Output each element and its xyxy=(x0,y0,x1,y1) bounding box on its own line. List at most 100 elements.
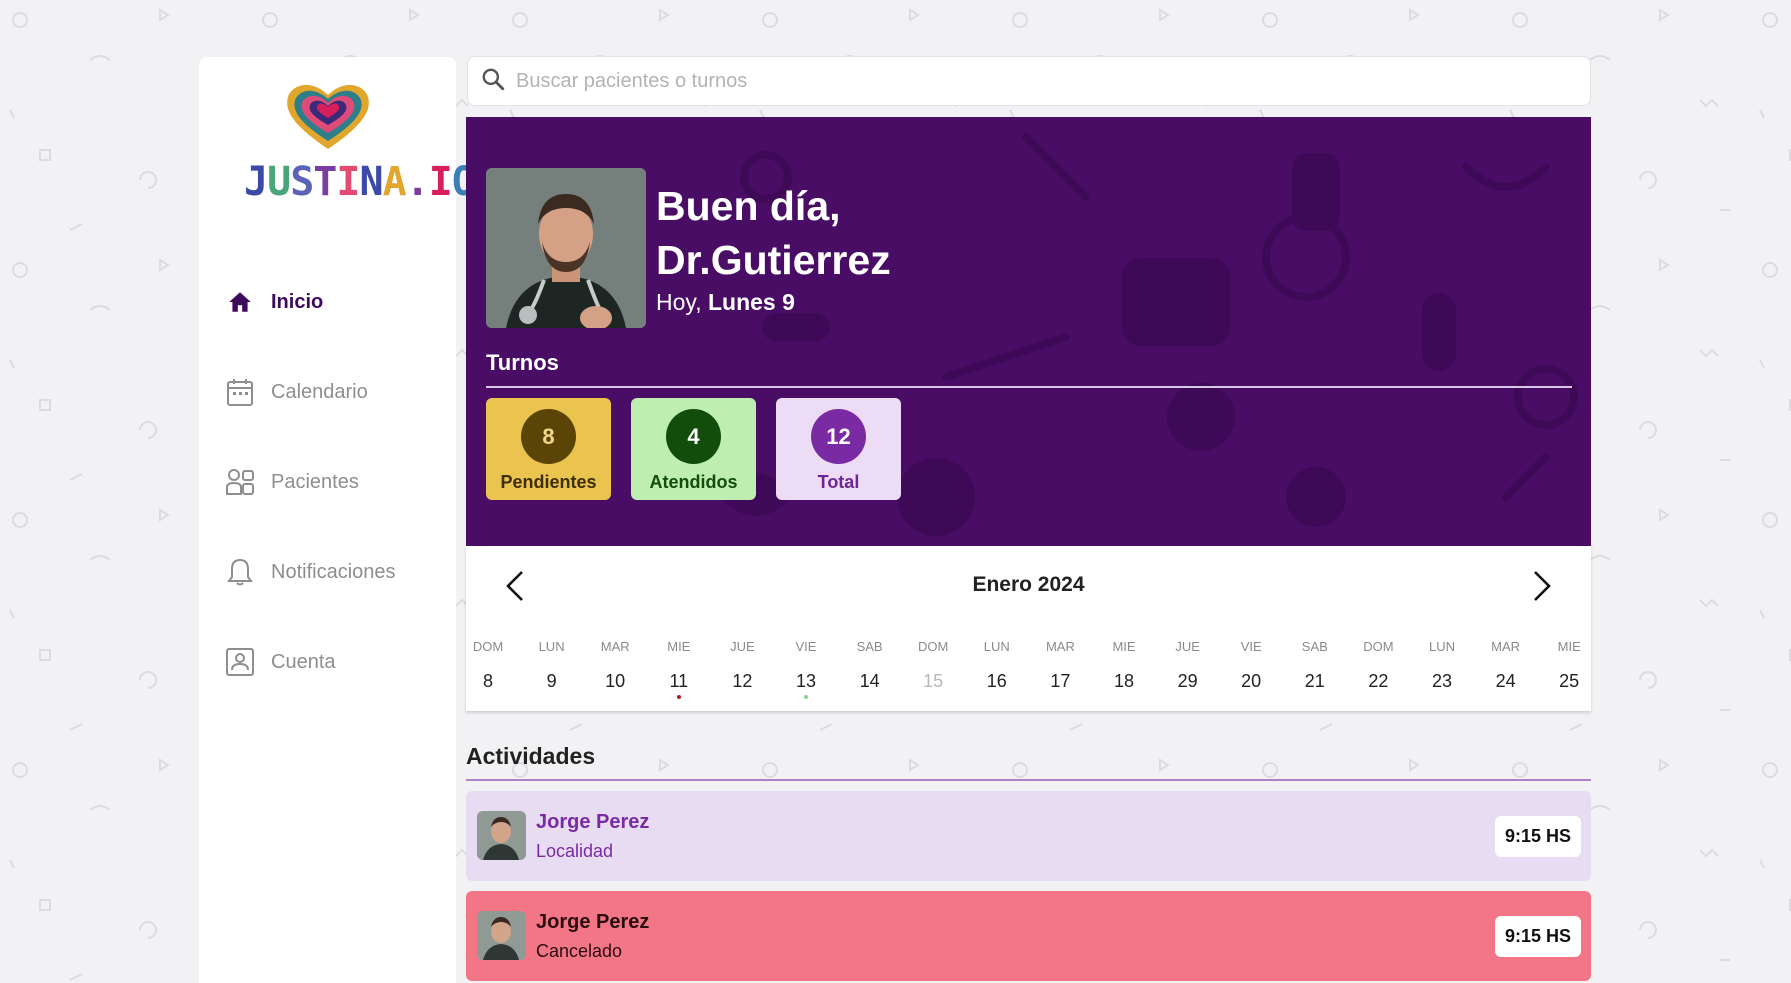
calendar-day[interactable]: JUE 29 xyxy=(1163,639,1213,692)
calendar-day[interactable]: SAB 21 xyxy=(1290,639,1340,692)
calendar-day[interactable]: MIE 18 xyxy=(1099,639,1149,692)
calendar-day-number: 16 xyxy=(986,671,1007,691)
calendar-day-number: 29 xyxy=(1177,671,1198,691)
calendar-day-name: VIE xyxy=(795,639,817,654)
activities-divider xyxy=(466,779,1591,781)
activity-status: Localidad xyxy=(536,841,614,861)
stat-count: 8 xyxy=(521,409,576,464)
calendar-day[interactable]: MAR 24 xyxy=(1481,639,1531,692)
activities-heading: Actividades xyxy=(466,743,596,769)
calendar-day-name: LUN xyxy=(538,639,565,654)
patient-avatar xyxy=(477,811,526,860)
calendar-day-number: 18 xyxy=(1113,671,1135,691)
search-input[interactable] xyxy=(516,69,1516,93)
calendar-day-name: DOM xyxy=(1363,639,1394,654)
appointment-indicator-dot xyxy=(676,695,681,699)
calendar-day-name: DOM xyxy=(918,639,949,654)
turnos-divider xyxy=(486,386,1572,388)
calendar-day[interactable]: DOM 22 xyxy=(1353,639,1403,692)
patient-avatar xyxy=(477,911,526,960)
calendar-day-number: 15 xyxy=(923,671,944,691)
stat-label: Total xyxy=(817,472,860,492)
calendar-day-number: 23 xyxy=(1431,671,1453,691)
sidebar-item-label: Pacientes xyxy=(271,470,359,493)
logo[interactable]: JUSTINA.IO xyxy=(244,81,476,205)
calendar-day-name: VIE xyxy=(1240,639,1262,654)
calendar-day-name: LUN xyxy=(1428,639,1455,654)
calendar-day[interactable]: MIE 11 xyxy=(654,639,704,699)
stat-count: 12 xyxy=(811,409,866,464)
calendar-day-number: 22 xyxy=(1368,671,1389,691)
calendar-day-number: 25 xyxy=(1559,671,1580,691)
activity-item[interactable]: Jorge Perez Cancelado 9:15 HS xyxy=(466,891,1591,981)
stat-label: Pendientes xyxy=(500,472,597,492)
greeting-line-1: Buen día, xyxy=(656,183,841,229)
bell-icon xyxy=(225,557,255,587)
activity-time-badge: 9:15 HS xyxy=(1494,916,1581,957)
calendar-icon xyxy=(225,377,255,407)
calendar-day[interactable]: MAR 17 xyxy=(1035,639,1085,692)
calendar-day[interactable]: LUN 23 xyxy=(1417,639,1467,692)
calendar-day[interactable]: MAR 10 xyxy=(590,639,640,692)
calendar-day[interactable]: VIE 13 xyxy=(781,639,831,699)
stat-card-total[interactable]: 12 Total xyxy=(776,398,901,500)
patient-name: Jorge Perez xyxy=(536,811,650,833)
sidebar-item-calendario[interactable]: Calendario xyxy=(225,372,445,412)
chevron-right-icon xyxy=(1534,571,1551,601)
greeting-doctor-name: Dr.Gutierrez xyxy=(656,237,891,283)
calendar-day-number: 9 xyxy=(546,671,557,691)
turnos-heading: Turnos xyxy=(486,350,559,375)
calendar-day-name: DOM xyxy=(472,639,504,654)
calendar-day-number: 24 xyxy=(1495,671,1516,691)
doctor-avatar[interactable] xyxy=(486,168,646,328)
sidebar-item-pacientes[interactable]: Pacientes xyxy=(225,462,445,502)
sidebar: JUSTINA.IO Inicio Calendario Pacientes N… xyxy=(199,57,476,983)
calendar-day-name: MAR xyxy=(600,639,630,654)
appointment-indicator-dot xyxy=(804,695,808,699)
search-icon xyxy=(480,66,506,97)
sidebar-item-notificaciones[interactable]: Notificaciones xyxy=(225,552,445,592)
calendar-day-number: 21 xyxy=(1304,671,1325,691)
calendar-day[interactable]: LUN 9 xyxy=(527,639,577,692)
calendar-day-name: SAB xyxy=(1301,639,1328,654)
activity-item[interactable]: Jorge Perez Localidad 9:15 HS xyxy=(466,791,1591,881)
today-prefix: Hoy, xyxy=(656,289,702,315)
calendar-day-number: 8 xyxy=(482,671,493,691)
activity-time-badge: 9:15 HS xyxy=(1494,816,1581,857)
calendar-day-number: 11 xyxy=(669,671,689,691)
brand-wordmark: JUSTINA.IO xyxy=(244,159,476,205)
welcome-banner: Buen día, Dr.Gutierrez Hoy, Lunes 9 Turn… xyxy=(466,117,1591,546)
stat-card-atendidos[interactable]: 4 Atendidos xyxy=(631,398,756,500)
calendar-day-number: 14 xyxy=(859,671,880,691)
calendar-day[interactable]: JUE 12 xyxy=(717,639,767,692)
patients-icon xyxy=(225,467,255,497)
calendar-day-name: MAR xyxy=(1491,639,1521,654)
today-value: Lunes 9 xyxy=(707,289,795,315)
today-label: Hoy, Lunes 9 xyxy=(656,289,795,316)
calendar-day-number: 20 xyxy=(1241,671,1262,691)
sidebar-item-cuenta[interactable]: Cuenta xyxy=(225,642,445,682)
calendar-day[interactable]: VIE 20 xyxy=(1226,639,1276,692)
stat-card-pendientes[interactable]: 8 Pendientes xyxy=(486,398,611,500)
next-month-button[interactable] xyxy=(1523,568,1559,604)
calendar-day[interactable]: MIE 25 xyxy=(1544,639,1594,692)
heart-logo-icon xyxy=(287,84,369,149)
sidebar-item-inicio[interactable]: Inicio xyxy=(225,282,445,322)
calendar-day-name: LUN xyxy=(983,639,1010,654)
home-icon xyxy=(225,287,255,317)
calendar-day[interactable]: DOM 15 xyxy=(908,639,958,692)
sidebar-item-label: Cuenta xyxy=(271,650,336,673)
calendar-day-name: MIE xyxy=(667,639,691,654)
sidebar-item-label: Notificaciones xyxy=(271,560,396,583)
calendar-day[interactable]: DOM 8 xyxy=(463,639,513,692)
calendar-day-number: 12 xyxy=(732,671,753,691)
calendar-day[interactable]: LUN 16 xyxy=(972,639,1022,692)
calendar-day-name: MAR xyxy=(1045,639,1075,654)
activity-status: Cancelado xyxy=(536,941,623,961)
patient-name: Jorge Perez xyxy=(536,911,650,933)
sidebar-nav: Inicio Calendario Pacientes Notificacion… xyxy=(225,282,445,732)
calendar-day-number: 10 xyxy=(605,671,626,691)
sidebar-item-label: Inicio xyxy=(271,290,324,313)
calendar-day[interactable]: SAB 14 xyxy=(845,639,895,692)
calendar-day-number: 17 xyxy=(1050,671,1071,691)
